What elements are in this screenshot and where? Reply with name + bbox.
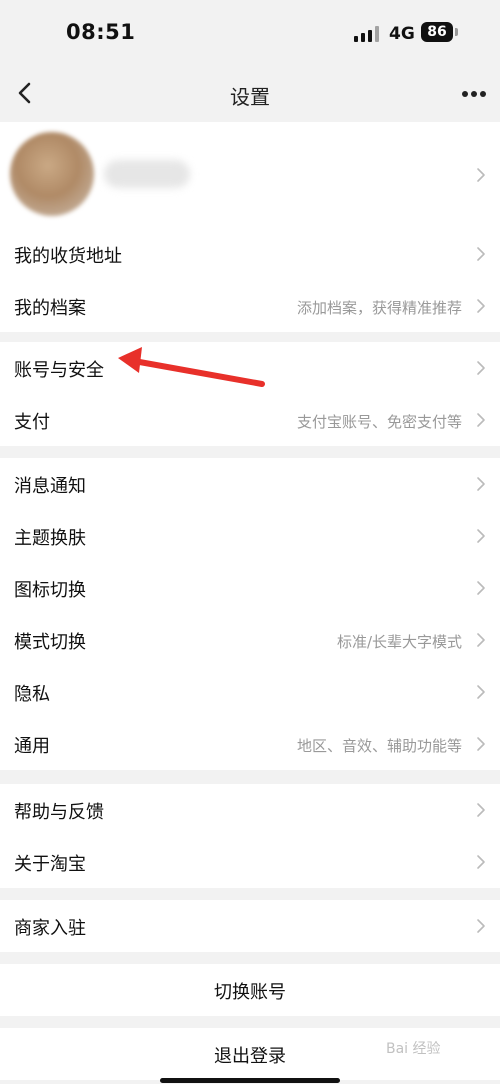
switch-account-label: 切换账号 [214,982,286,1003]
profile-row[interactable] [0,122,500,228]
row-hint: 地区、音效、辅助功能等 [296,737,462,755]
chevron-right-icon [476,684,486,700]
row-label: 我的收货地址 [14,246,122,267]
switch-account-button[interactable]: 切换账号 [0,964,500,1016]
row-label: 我的档案 [14,298,86,319]
row-label: 模式切换 [14,632,86,653]
profile-name-blurred [104,160,190,188]
chevron-right-icon [476,167,486,183]
chevron-right-icon [476,528,486,544]
chevron-right-icon [476,918,486,934]
row-label: 消息通知 [14,476,86,497]
row-hint: 支付宝账号、免密支付等 [296,413,462,431]
account-group: 账号与安全 支付 支付宝账号、免密支付等 [0,342,500,446]
row-merchant-join[interactable]: 商家入驻 [0,900,500,952]
row-label: 主题换肤 [14,528,86,549]
row-about-taobao[interactable]: 关于淘宝 [0,836,500,888]
signal-icon [354,26,380,42]
nav-bar: 设置 [0,64,500,122]
watermark-logo: Bai 经验 [386,1041,441,1057]
row-mode-switch[interactable]: 模式切换 标准/长辈大字模式 [0,614,500,666]
row-notifications[interactable]: 消息通知 [0,458,500,510]
row-hint: 添加档案，获得精准推荐 [296,299,462,317]
help-group: 帮助与反馈 关于淘宝 [0,784,500,888]
chevron-right-icon [476,476,486,492]
preferences-group: 消息通知 主题换肤 图标切换 模式切换 标准/长辈大字模式 隐私 通用 地区、音… [0,458,500,770]
row-hint: 标准/长辈大字模式 [336,633,462,651]
chevron-right-icon [476,360,486,376]
chevron-right-icon [476,802,486,818]
status-bar: 08:51 4G 86 [0,0,500,64]
row-label: 支付 [14,412,50,433]
home-indicator [160,1078,340,1083]
network-type: 4G [389,24,415,44]
row-label: 账号与安全 [14,360,104,381]
chevron-right-icon [476,580,486,596]
row-label: 图标切换 [14,580,86,601]
row-general[interactable]: 通用 地区、音效、辅助功能等 [0,718,500,770]
chevron-right-icon [476,298,486,314]
chevron-right-icon [476,246,486,262]
chevron-right-icon [476,412,486,428]
more-options-button[interactable] [458,82,490,106]
row-icon-switch[interactable]: 图标切换 [0,562,500,614]
chevron-right-icon [476,632,486,648]
row-account-security[interactable]: 账号与安全 [0,342,500,394]
row-label: 通用 [14,736,50,757]
battery-icon: 86 [421,22,453,42]
status-time: 08:51 [66,20,136,44]
chevron-right-icon [476,736,486,752]
row-label: 隐私 [14,684,50,705]
row-shipping-address[interactable]: 我的收货地址 [0,228,500,280]
row-label: 关于淘宝 [14,854,86,875]
row-privacy[interactable]: 隐私 [0,666,500,718]
row-my-archive[interactable]: 我的档案 添加档案，获得精准推荐 [0,280,500,332]
battery-tip [455,28,458,36]
row-theme[interactable]: 主题换肤 [0,510,500,562]
profile-group: 我的收货地址 我的档案 添加档案，获得精准推荐 [0,122,500,332]
avatar [10,132,94,216]
chevron-right-icon [476,854,486,870]
row-label: 帮助与反馈 [14,802,104,823]
row-payment[interactable]: 支付 支付宝账号、免密支付等 [0,394,500,446]
row-help-feedback[interactable]: 帮助与反馈 [0,784,500,836]
row-label: 商家入驻 [14,918,86,939]
page-title: 设置 [230,85,270,109]
merchant-group: 商家入驻 [0,900,500,952]
